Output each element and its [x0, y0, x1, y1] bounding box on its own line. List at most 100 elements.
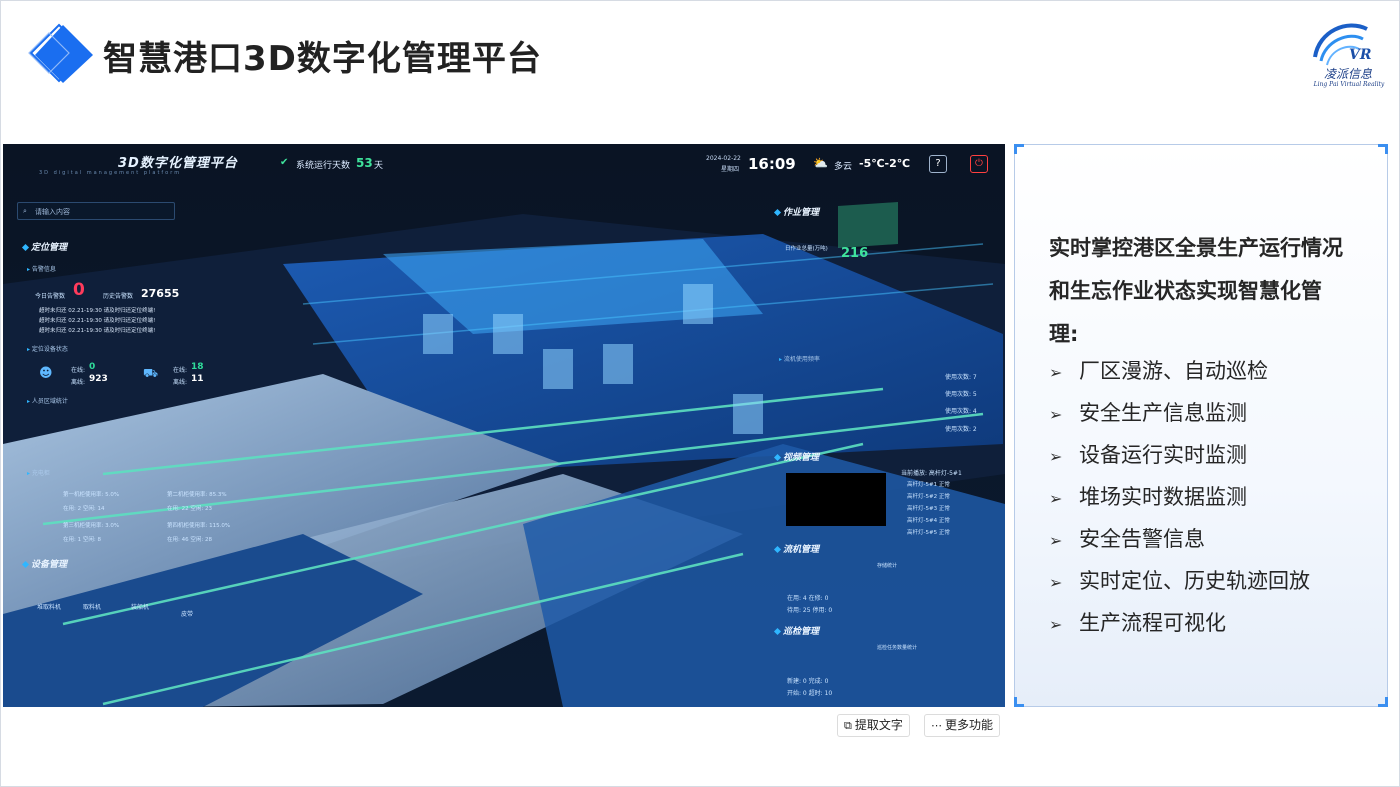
- inspection-stats-2: 开始: 0 超时: 10: [787, 690, 833, 697]
- section-equipment: 设备管理: [23, 557, 67, 570]
- arrow-bullet-icon: ➢: [1049, 573, 1063, 592]
- flow-stats-2: 待用: 25 停用: 0: [787, 607, 833, 614]
- camera-row[interactable]: 高杆灯-5#4 正常: [907, 516, 950, 524]
- redacted-video: [786, 473, 886, 526]
- section-flow: 流机管理: [775, 542, 819, 555]
- more-functions-button[interactable]: ⋯ 更多功能: [924, 714, 1001, 737]
- equipment-belt: 皮带: [181, 611, 194, 618]
- usage-count-4: 使用次数: 2: [945, 426, 977, 433]
- camera-row[interactable]: 高杆灯-5#2 正常: [907, 492, 950, 500]
- section-video: 视频管理: [775, 450, 819, 463]
- charger-2-status: 在用: 22 空闲: 23: [167, 506, 212, 512]
- brand-subtitle: Ling Pai Virtual Reality: [1313, 81, 1385, 88]
- corner-decoration: [1378, 144, 1388, 154]
- feature-text: 厂区漫游、自动巡检: [1079, 359, 1268, 383]
- feature-text: 生产流程可视化: [1079, 611, 1226, 635]
- today-alarms-label: 今日告警数: [35, 293, 66, 300]
- diamond-logo-icon: [28, 23, 93, 83]
- shield-check-icon: ✔: [280, 157, 289, 168]
- section-inspection: 巡检管理: [775, 624, 819, 637]
- feature-intro: 实时掌控港区全景生产运行情况和生忘作业状态实现智慧化管理:: [1049, 236, 1343, 346]
- temperature: -5℃-2℃: [859, 157, 911, 170]
- feature-text: 安全生产信息监测: [1079, 401, 1247, 425]
- slide: 智慧港口3D数字化管理平台 VR 凌派信息 Ling Pai Virtual R…: [0, 0, 1400, 787]
- camera-row[interactable]: 高杆灯-5#1 正常: [907, 480, 950, 488]
- arrow-bullet-icon: ➢: [1049, 447, 1063, 466]
- camera-row[interactable]: 高杆灯-5#5 正常: [907, 528, 950, 536]
- weekday-label: 星期四: [721, 166, 740, 173]
- arrow-bullet-icon: ➢: [1049, 615, 1063, 634]
- feature-text: 实时定位、历史轨迹回放: [1079, 569, 1310, 593]
- person-online-value: 0: [89, 362, 96, 372]
- subsection-personnel-area: 人员区域统计: [27, 396, 68, 405]
- charger-4-usage: 第四机柜使用率: 115.0%: [167, 523, 231, 529]
- online-label-2: 在线:: [173, 367, 188, 374]
- alarm-text: 超时未归还 02.21-19:30 请及时归还定位终端!: [39, 318, 156, 324]
- subsection-device-status: 定位设备状态: [27, 344, 68, 353]
- history-alarms-value: 27655: [141, 287, 180, 300]
- clock: 16:09: [748, 155, 796, 173]
- svg-text:VR: VR: [1349, 47, 1372, 63]
- arrow-bullet-icon: ➢: [1049, 405, 1063, 424]
- camera-row[interactable]: 高杆灯-5#3 正常: [907, 504, 950, 512]
- port-3d-scene: [3, 144, 1005, 707]
- storage-stat-label: 存储统计: [877, 563, 898, 569]
- equipment-loader: 装船机: [131, 604, 150, 611]
- charger-3-status: 在用: 1 空闲: 8: [63, 537, 101, 543]
- charger-3-usage: 第三机柜使用率: 3.0%: [63, 523, 120, 529]
- runtime-unit: 天: [374, 161, 384, 171]
- person-offline-value: 923: [89, 374, 108, 384]
- daily-count-value: 216: [841, 246, 869, 261]
- alarm-row[interactable]: 超时未归还 02.21-19:30 请及时归还定位终端!: [39, 326, 155, 334]
- corner-decoration: [1378, 697, 1388, 707]
- help-icon[interactable]: ?: [929, 155, 947, 173]
- more-functions-label: 更多功能: [945, 718, 994, 732]
- subsection-alarm-info: 告警信息: [27, 264, 56, 273]
- today-alarms-value: 0: [73, 280, 85, 300]
- alarm-text: 超时未归还 02.21-19:30 请及时归还定位终端!: [39, 328, 156, 334]
- text-scan-icon: ⧉: [844, 719, 852, 732]
- equipment-reclaimer: 取料机: [83, 604, 102, 611]
- feature-item: ➢ 生产流程可视化: [1049, 602, 1310, 644]
- arrow-bullet-icon: ➢: [1049, 363, 1063, 382]
- alarm-text: 超时未归还 02.21-19:30 请及时归还定位终端!: [39, 308, 156, 314]
- brand-name: 凌派信息: [1323, 67, 1372, 81]
- charger-4-status: 在用: 46 空闲: 28: [167, 537, 212, 543]
- extract-text-button[interactable]: ⧉ 提取文字: [837, 714, 910, 737]
- more-dots-icon: ⋯: [931, 719, 942, 732]
- feature-text: 安全告警信息: [1079, 527, 1205, 551]
- vehicle-offline-value: 11: [191, 374, 204, 384]
- charger-1-usage: 第一机柜使用率: 5.0%: [63, 492, 120, 498]
- corner-decoration: [1014, 144, 1024, 154]
- alarm-row[interactable]: 超时未归还 02.21-19:30 请及时归还定位终端!: [39, 316, 155, 324]
- subsection-charger: 充电柜: [27, 468, 50, 477]
- equipment-stacker-reclaimer: 堆取料机: [37, 604, 62, 611]
- vehicle-online-value: 18: [191, 362, 204, 372]
- search-icon: ⌕: [23, 207, 27, 215]
- inspection-chart-label: 巡检任务数量统计: [877, 645, 918, 651]
- usage-count-2: 使用次数: 5: [945, 391, 977, 398]
- feature-item: ➢ 安全生产信息监测: [1049, 392, 1310, 434]
- feature-text: 堆场实时数据监测: [1079, 485, 1247, 509]
- flow-stats-1: 在用: 4 在修: 0: [787, 595, 829, 602]
- feature-item: ➢ 设备运行实时监测: [1049, 434, 1310, 476]
- dashboard-subtitle: 3D digital management platform: [39, 170, 182, 176]
- page-title: 智慧港口3D数字化管理平台: [103, 39, 542, 79]
- offline-label: 离线:: [71, 379, 86, 386]
- charger-1-status: 在用: 2 空闲: 14: [63, 506, 105, 512]
- feature-item: ➢ 安全告警信息: [1049, 518, 1310, 560]
- corner-decoration: [1014, 697, 1024, 707]
- search-placeholder: 请输入内容: [35, 208, 70, 216]
- daily-count-label: 日作业总量(万吨): [785, 246, 828, 252]
- online-label: 在线:: [71, 367, 86, 374]
- alarm-row[interactable]: 超时未归还 02.21-19:30 请及时归还定位终端!: [39, 306, 155, 314]
- vehicle-icon: ⛟: [143, 366, 159, 380]
- dashboard-screenshot: 3D数字化管理平台 3D digital management platform…: [3, 144, 1005, 707]
- power-icon[interactable]: ⏻: [970, 155, 988, 173]
- arrow-bullet-icon: ➢: [1049, 531, 1063, 550]
- offline-label-2: 离线:: [173, 379, 188, 386]
- dashboard-title: 3D数字化管理平台: [118, 156, 238, 171]
- feature-list: ➢ 厂区漫游、自动巡检 ➢ 安全生产信息监测 ➢ 设备运行实时监测 ➢ 堆场实时数据监测…: [1049, 350, 1310, 644]
- feature-panel: 实时掌控港区全景生产运行情况和生忘作业状态实现智慧化管理: ➢ 厂区漫游、自动巡检…: [1014, 144, 1388, 707]
- section-operations: 作业管理: [775, 205, 819, 218]
